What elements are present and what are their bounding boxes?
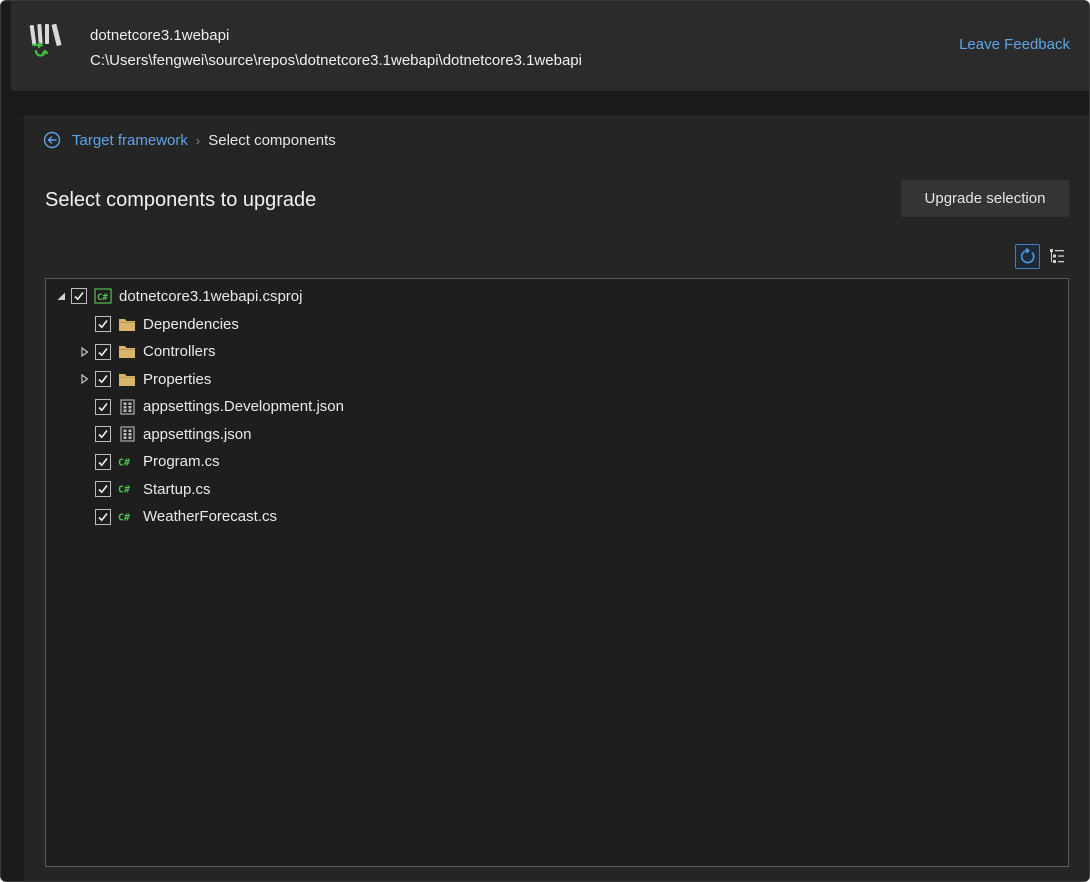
tree-options-icon: [1050, 249, 1064, 263]
tree-item-checkbox[interactable]: [95, 453, 111, 470]
tree-item-row[interactable]: C# WeatherForecast.cs: [79, 504, 277, 530]
tree-item-row[interactable]: C# Program.cs: [79, 449, 220, 475]
tree-item-label: WeatherForecast.cs: [143, 508, 277, 525]
expand-arrow-icon[interactable]: [79, 373, 91, 385]
tree-item-row[interactable]: C# Startup.cs: [79, 476, 211, 502]
tree-item-label: Properties: [143, 370, 212, 388]
svg-text:C#: C#: [118, 485, 130, 496]
project-name: dotnetcore3.1webapi: [90, 27, 230, 44]
svg-text:C#: C#: [118, 512, 130, 523]
refresh-icon: [1020, 248, 1035, 264]
json-file-icon: [118, 398, 136, 416]
svg-text:C#: C#: [118, 457, 130, 468]
json-file-icon: [118, 425, 136, 443]
back-arrow-circle-icon[interactable]: [43, 131, 61, 149]
expander-spacer: [79, 428, 91, 440]
components-tree: C# dotnetcore3.1webapi.csproj Dependenci…: [45, 278, 1069, 867]
select-components-panel: Target framework › Select components Sel…: [24, 115, 1089, 881]
tree-item-row[interactable]: appsettings.Development.json: [79, 394, 344, 420]
tree-item-checkbox[interactable]: [95, 316, 111, 332]
upgrade-assistant-logo-icon: [29, 23, 62, 57]
expander-spacer: [79, 318, 91, 330]
upgrade-selection-button[interactable]: Upgrade selection: [901, 180, 1069, 217]
tree-item-label: Controllers: [143, 343, 216, 360]
tree-item-checkbox[interactable]: [95, 426, 111, 442]
csharp-file-icon: C#: [118, 480, 136, 498]
project-header: dotnetcore3.1webapi C:\Users\fengwei\sou…: [11, 1, 1089, 91]
csharp-project-icon: C#: [94, 287, 112, 305]
tree-item-checkbox[interactable]: [95, 481, 111, 497]
expander-spacer: [79, 483, 91, 495]
project-path: C:\Users\fengwei\source\repos\dotnetcore…: [90, 52, 582, 69]
tree-item-label: Dependencies: [143, 315, 239, 333]
breadcrumb-target-framework[interactable]: Target framework: [72, 132, 188, 149]
tree-item-row[interactable]: appsettings.json: [79, 421, 251, 447]
tree-item-checkbox[interactable]: [95, 398, 111, 415]
tree-options-button[interactable]: [1046, 245, 1068, 267]
folder-icon: [118, 370, 136, 388]
tree-root-row[interactable]: C# dotnetcore3.1webapi.csproj: [55, 283, 302, 309]
tree-item-label: Startup.cs: [143, 480, 211, 498]
svg-text:C#: C#: [97, 293, 108, 303]
expander-spacer: [79, 511, 91, 523]
tree-item-row[interactable]: Dependencies: [79, 311, 239, 337]
page-title: Select components to upgrade: [45, 189, 317, 211]
collapse-arrow-icon[interactable]: [55, 290, 67, 302]
tree-item-checkbox[interactable]: [95, 371, 111, 387]
breadcrumb-current: Select components: [208, 131, 336, 149]
refresh-button[interactable]: [1015, 244, 1040, 269]
app-window: dotnetcore3.1webapi C:\Users\fengwei\sou…: [0, 0, 1090, 882]
tree-item-row[interactable]: Controllers: [79, 339, 216, 365]
tree-item-row[interactable]: Properties: [79, 366, 211, 392]
breadcrumb: Target framework › Select components: [43, 130, 336, 150]
expander-spacer: [79, 401, 91, 413]
folder-icon: [118, 315, 136, 333]
csharp-file-icon: C#: [118, 453, 136, 471]
expander-spacer: [79, 456, 91, 468]
csharp-file-icon: C#: [118, 508, 136, 526]
leave-feedback-link[interactable]: Leave Feedback: [959, 36, 1070, 53]
tree-root-label: dotnetcore3.1webapi.csproj: [119, 287, 303, 305]
folder-icon: [118, 343, 136, 361]
tree-item-label: appsettings.Development.json: [143, 398, 344, 415]
tree-item-checkbox[interactable]: [95, 508, 111, 525]
tree-item-checkbox[interactable]: [95, 343, 111, 360]
breadcrumb-separator: ›: [195, 132, 201, 148]
tree-item-label: appsettings.json: [143, 425, 252, 443]
tree-item-label: Program.cs: [143, 453, 220, 470]
expand-arrow-icon[interactable]: [79, 346, 91, 358]
header-divider: [11, 91, 1089, 115]
root-checkbox[interactable]: [71, 288, 87, 304]
